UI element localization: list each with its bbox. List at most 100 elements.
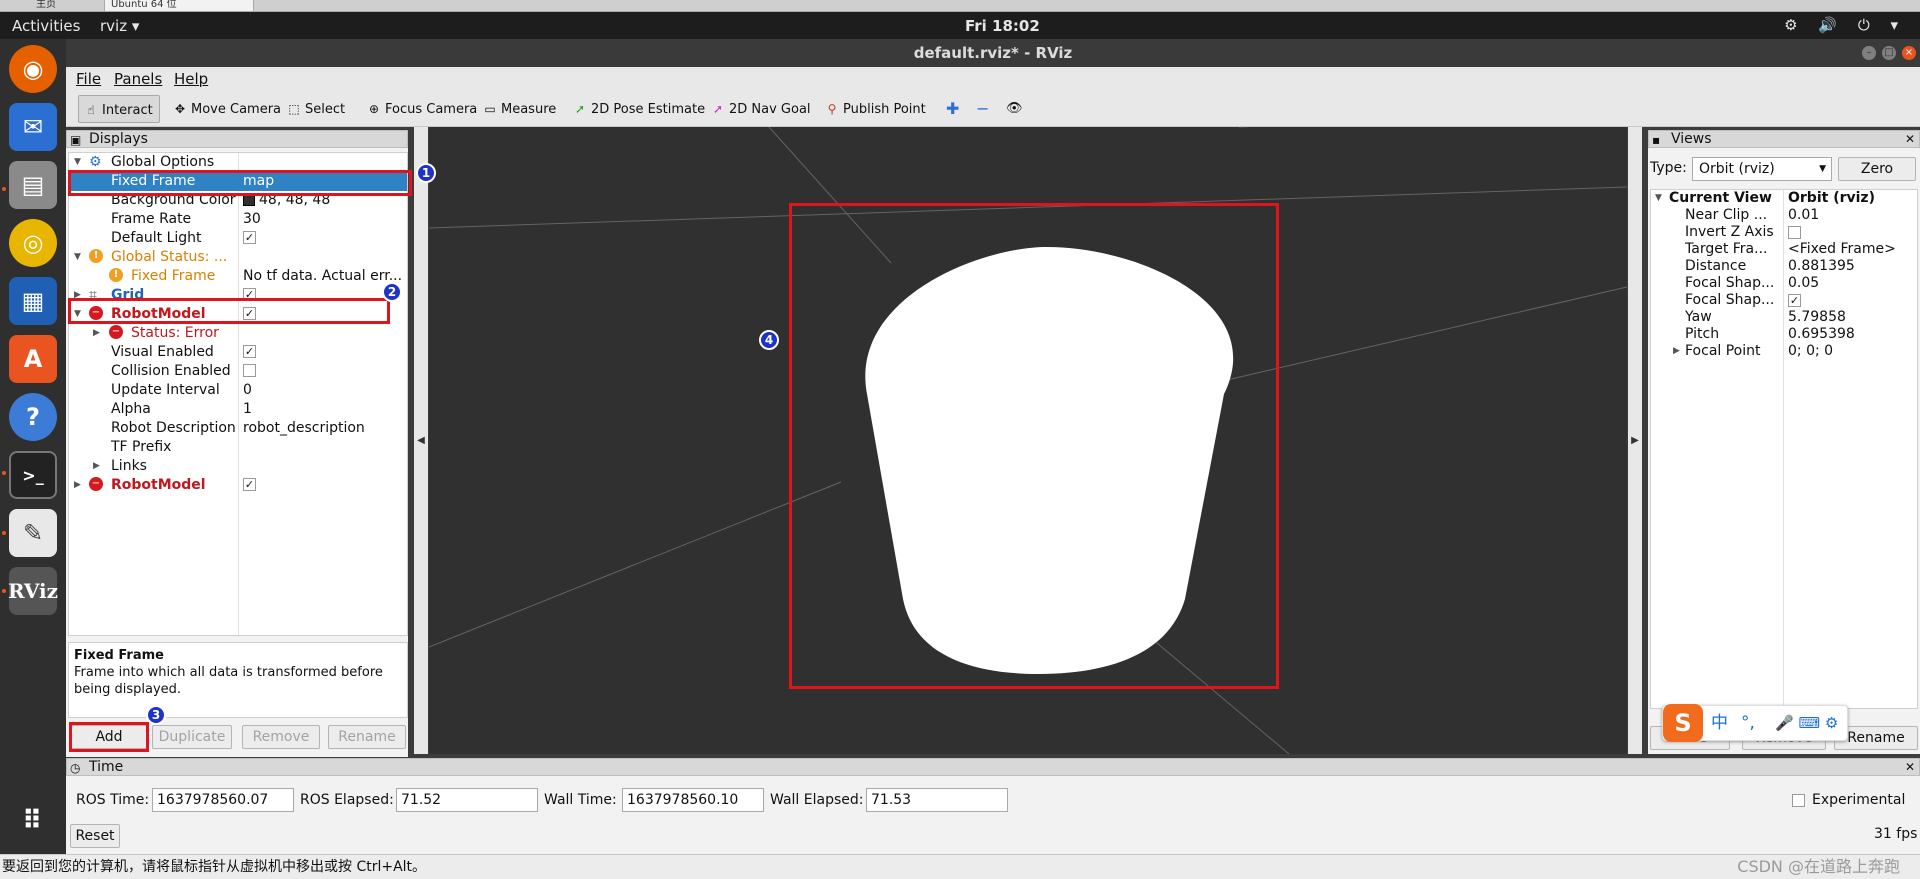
tree-row-status-error[interactable]: ▶ − Status: Error — [69, 324, 407, 343]
tree-row-robot-model-2[interactable]: ▶ − RobotModel ✓ — [69, 476, 407, 495]
select-tool[interactable]: ⬚ Select — [282, 95, 351, 123]
wall-time-field[interactable]: 1637978560.10 — [622, 788, 764, 812]
focal-shape-checkbox[interactable]: ✓ — [1788, 293, 1801, 307]
ime-toolbar[interactable]: S 中 °, 🎤 ⌨ ⚙ — [1662, 704, 1848, 742]
tree-row-status-fixed-frame[interactable]: ! Fixed Frame No tf data. Actual err... — [69, 267, 407, 286]
thunderbird-icon[interactable]: ✉ — [9, 103, 57, 151]
view-prop-value[interactable]: 0.01 — [1788, 207, 1819, 224]
invert-z-checkbox[interactable] — [1788, 225, 1801, 239]
view-prop-value[interactable]: 5.79858 — [1788, 309, 1846, 326]
close-icon[interactable]: ✕ — [1905, 759, 1915, 775]
view-row-focal-point[interactable]: ▶ Focal Point 0; 0; 0 — [1651, 343, 1917, 360]
ime-punctuation[interactable]: °, — [1741, 706, 1755, 740]
focus-camera-tool[interactable]: ⊕ Focus Camera — [362, 95, 483, 123]
visual-enabled-checkbox[interactable]: ✓ — [243, 344, 256, 358]
publish-point-tool[interactable]: ⚲ Publish Point — [820, 95, 932, 123]
terminal-icon[interactable]: >_ — [9, 451, 57, 499]
rviz-icon[interactable]: RViz — [8, 567, 58, 615]
move-camera-tool[interactable]: ✥ Move Camera — [168, 95, 287, 123]
vm-tab-home[interactable]: 主页 — [30, 0, 100, 12]
close-icon[interactable]: ✕ — [1905, 131, 1915, 147]
view-row-distance[interactable]: Distance 0.881395 — [1651, 258, 1917, 275]
libreoffice-writer-icon[interactable]: ▦ — [9, 277, 57, 325]
reset-button[interactable]: Reset — [70, 824, 120, 848]
menu-help[interactable]: Help — [174, 70, 208, 88]
wall-elapsed-field[interactable]: 71.53 — [866, 788, 1008, 812]
view-prop-value[interactable]: 0.695398 — [1788, 326, 1855, 343]
frame-rate-value[interactable]: 30 — [243, 210, 405, 229]
tree-row-links[interactable]: ▶ Links — [69, 457, 407, 476]
system-tray[interactable]: ⚙ 🔊 ⏻ ▾ — [1784, 16, 1906, 34]
tree-row-default-light[interactable]: Default Light ✓ — [69, 229, 407, 248]
rhythmbox-icon[interactable]: ◎ — [9, 219, 57, 267]
view-row-invert-z[interactable]: Invert Z Axis — [1651, 224, 1917, 241]
add-tool-icon[interactable]: ✚ — [942, 95, 965, 123]
robot-description-value[interactable]: robot_description — [243, 419, 405, 438]
text-editor-icon[interactable]: ✎ — [9, 509, 57, 557]
view-row-focal-shape-size[interactable]: Focal Shap... 0.05 — [1651, 275, 1917, 292]
warning-icon: ! — [109, 267, 123, 282]
expand-arrow-icon[interactable]: ▶ — [93, 324, 100, 343]
tree-row-alpha[interactable]: Alpha 1 — [69, 400, 407, 419]
firefox-icon[interactable]: ◉ — [9, 45, 57, 93]
help-icon[interactable]: ? — [9, 393, 57, 441]
ros-elapsed-field[interactable]: 71.52 — [396, 788, 538, 812]
right-splitter-handle[interactable]: ▶ — [1628, 127, 1642, 754]
files-icon[interactable]: ▤ — [9, 161, 57, 209]
view-row-current[interactable]: ▼ Current View Orbit (rviz) — [1651, 190, 1917, 207]
tree-label: TF Prefix — [111, 439, 172, 455]
view-prop-value[interactable]: 0.881395 — [1788, 258, 1855, 275]
view-row-target-frame[interactable]: Target Fra... <Fixed Frame> — [1651, 241, 1917, 258]
tree-row-collision-enabled[interactable]: Collision Enabled — [69, 362, 407, 381]
zero-button[interactable]: Zero — [1838, 157, 1916, 181]
update-interval-value[interactable]: 0 — [243, 381, 405, 400]
robot-model-2-checkbox[interactable]: ✓ — [243, 477, 256, 491]
tree-row-global-status[interactable]: ▼ ! Global Status: ... — [69, 248, 407, 267]
duplicate-button[interactable]: Duplicate — [152, 725, 232, 749]
expand-arrow-icon[interactable]: ▶ — [93, 457, 100, 476]
collapse-arrow-icon[interactable]: ▼ — [74, 248, 81, 267]
view-row-focal-shape-fixed[interactable]: Focal Shap... ✓ — [1651, 292, 1917, 309]
view-type-select[interactable]: Orbit (rviz) ▼ — [1692, 157, 1832, 181]
software-center-icon[interactable]: A — [9, 335, 57, 383]
expand-arrow-icon[interactable]: ▶ — [1673, 343, 1685, 360]
ime-tool-icons[interactable]: 🎤 ⌨ ⚙ — [1775, 706, 1838, 740]
view-prop-value[interactable]: 0; 0; 0 — [1788, 343, 1833, 360]
pose-estimate-tool[interactable]: ➚ 2D Pose Estimate — [568, 95, 711, 123]
default-light-checkbox[interactable]: ✓ — [243, 230, 256, 244]
tree-row-tf-prefix[interactable]: TF Prefix — [69, 438, 407, 457]
menu-file[interactable]: File — [76, 70, 101, 88]
view-prop-value[interactable]: 0.05 — [1788, 275, 1819, 292]
activities-button[interactable]: Activities — [12, 17, 80, 35]
tree-row-robot-description[interactable]: Robot Description robot_description — [69, 419, 407, 438]
experimental-checkbox[interactable] — [1792, 794, 1805, 807]
expand-arrow-icon[interactable]: ▶ — [74, 476, 81, 495]
remove-tool-icon[interactable]: − — [972, 95, 995, 123]
ros-time-field[interactable]: 1637978560.07 — [152, 788, 294, 812]
tree-row-visual-enabled[interactable]: Visual Enabled ✓ — [69, 343, 407, 362]
remove-button[interactable]: Remove — [242, 725, 320, 749]
nav-goal-tool[interactable]: ➚ 2D Nav Goal — [706, 95, 817, 123]
view-row-near-clip[interactable]: Near Clip ... 0.01 — [1651, 207, 1917, 224]
app-menu[interactable]: rviz ▾ — [100, 17, 139, 35]
show-apps-icon[interactable]: ⠿ — [9, 797, 57, 845]
view-row-yaw[interactable]: Yaw 5.79858 — [1651, 309, 1917, 326]
view-row-pitch[interactable]: Pitch 0.695398 — [1651, 326, 1917, 343]
tool-properties-icon[interactable]: 👁 — [1002, 95, 1029, 123]
close-icon[interactable]: × — [1902, 46, 1916, 60]
clock[interactable]: Fri 18:02 — [965, 17, 1040, 35]
tree-row-update-interval[interactable]: Update Interval 0 — [69, 381, 407, 400]
alpha-value[interactable]: 1 — [243, 400, 405, 419]
ime-language[interactable]: 中 — [1711, 706, 1728, 740]
view-prop-value[interactable]: <Fixed Frame> — [1788, 241, 1896, 258]
menu-panels[interactable]: Panels — [114, 70, 162, 88]
left-splitter-handle[interactable]: ◀ — [414, 127, 428, 754]
tree-row-frame-rate[interactable]: Frame Rate 30 — [69, 210, 407, 229]
measure-tool[interactable]: ▭ Measure — [478, 95, 562, 123]
collision-enabled-checkbox[interactable] — [243, 363, 256, 377]
rename-button[interactable]: Rename — [328, 725, 406, 749]
minimize-icon[interactable]: – — [1862, 46, 1876, 60]
vm-tab-ubuntu[interactable]: Ubuntu 64 位 — [104, 0, 254, 12]
maximize-icon[interactable]: □ — [1882, 46, 1896, 60]
interact-tool[interactable]: ☝ Interact — [78, 95, 160, 123]
